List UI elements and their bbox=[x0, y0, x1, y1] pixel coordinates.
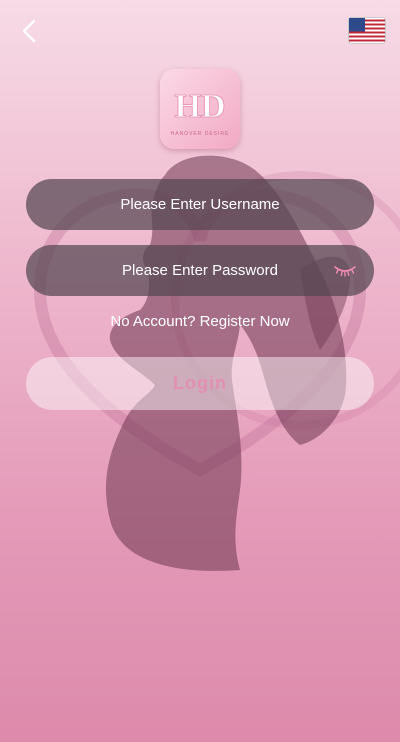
language-selector[interactable] bbox=[348, 17, 386, 44]
logo-letters: HD bbox=[175, 88, 226, 125]
register-link[interactable]: No Account? Register Now bbox=[0, 313, 400, 330]
username-input[interactable] bbox=[26, 178, 374, 231]
back-button[interactable] bbox=[14, 16, 46, 46]
eye-closed-icon[interactable] bbox=[333, 262, 357, 278]
logo-tagline: HANOVER DESIRE bbox=[171, 131, 230, 137]
us-flag-icon bbox=[348, 17, 386, 44]
username-field[interactable] bbox=[26, 178, 374, 231]
password-field[interactable] bbox=[26, 244, 374, 297]
password-input[interactable] bbox=[26, 244, 374, 297]
login-button[interactable]: Login bbox=[26, 357, 374, 410]
logo-mark: HD HANOVER DESIRE bbox=[171, 88, 230, 137]
chevron-left-icon bbox=[22, 19, 36, 43]
app-logo: HD HANOVER DESIRE bbox=[160, 69, 240, 149]
